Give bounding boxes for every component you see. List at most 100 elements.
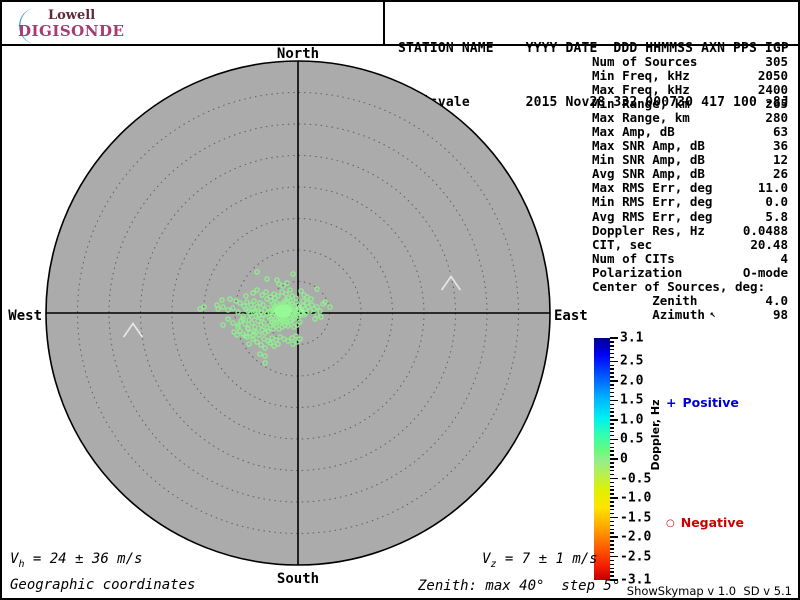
stat-label: Min Range, km <box>592 96 690 112</box>
stat-label: Min Freq, kHz <box>592 68 690 84</box>
colorbar-minor-tick <box>610 395 614 398</box>
stat-spacer <box>712 181 757 195</box>
colorbar-minor-tick <box>610 505 614 507</box>
colorbar-minor-tick <box>610 540 614 542</box>
stat-spacer <box>652 238 750 252</box>
showskymap-window: Lowell DIGISONDE STATION NAME YYYY DATE … <box>0 0 800 600</box>
colorbar-minor-tick <box>610 364 614 367</box>
plus-marker-icon: + <box>666 395 677 410</box>
colorbar-major-tick <box>610 419 618 421</box>
colorbar-tick-label: 0.5 <box>620 431 644 447</box>
positive-doppler-legend: + Positive <box>666 395 739 410</box>
colorbar-minor-tick <box>610 411 614 413</box>
colorbar-major-tick <box>610 399 618 402</box>
compass-south-label: South <box>277 571 319 587</box>
stat-label: Max RMS Err, deg <box>592 180 713 196</box>
header-divider-vertical <box>383 0 385 46</box>
colorbar-minor-tick <box>610 450 614 452</box>
colorbar-tick-label: 2.0 <box>620 373 644 389</box>
colorbar-tick-label: 1.0 <box>620 412 644 428</box>
compass-north-label: North <box>277 46 319 62</box>
stat-spacer <box>690 83 758 97</box>
stat-spacer <box>690 97 766 111</box>
colorbar-minor-tick <box>610 462 614 464</box>
colorbar-minor-tick <box>610 403 614 406</box>
stat-spacer <box>675 252 781 266</box>
colorbar-minor-tick <box>610 446 614 449</box>
doppler-colorbar <box>594 338 610 580</box>
colorbar-tick-label: 3.1 <box>620 330 644 346</box>
colorbar-minor-tick <box>610 430 614 433</box>
colorbar-minor-tick <box>610 454 614 456</box>
colorbar-minor-tick <box>610 520 614 523</box>
stat-value: 4.0 <box>765 292 788 308</box>
colorbar-minor-tick <box>610 352 614 355</box>
stat-value: 5.8 <box>765 208 788 224</box>
compass-west-label: West <box>8 308 42 324</box>
colorbar-tick-label: 2.5 <box>620 353 644 369</box>
stat-label: CIT, sec <box>592 236 653 252</box>
echo-source-core-blob <box>274 304 292 318</box>
negative-label: Negative <box>680 515 744 530</box>
stat-row: Max Amp, dB 63 <box>592 125 788 139</box>
stat-value: 4 <box>780 250 788 266</box>
stat-label: Max Freq, kHz <box>592 82 690 98</box>
stat-row: Avg RMS Err, deg 5.8 <box>592 208 788 224</box>
zenith-scale-note: Zenith: max 40° step 5° <box>418 578 621 594</box>
colorbar-minor-tick <box>610 532 614 534</box>
colorbar-minor-tick <box>610 407 614 409</box>
colorbar-major-tick <box>610 360 618 363</box>
stat-row: Min Range, km 265 <box>592 97 788 111</box>
stat-label: Doppler Res, Hz <box>592 222 705 238</box>
stat-label: Avg RMS Err, deg <box>592 208 713 224</box>
negative-doppler-legend: ○ Negative <box>666 515 744 530</box>
stat-label: Azimuth <box>592 306 705 322</box>
stat-label: Num of Sources <box>592 54 698 69</box>
stat-value: 0.0488 <box>742 222 788 238</box>
colorbar-minor-tick <box>610 493 614 495</box>
stat-row: Zenith 4.0 <box>592 292 788 308</box>
colorbar-minor-tick <box>610 427 614 429</box>
stat-row: Num of CITs 4 <box>592 250 788 266</box>
stat-value: 265 <box>765 96 788 112</box>
stat-row: Num of Sources 305 <box>592 54 788 69</box>
stat-value: 98 <box>772 306 788 322</box>
stat-value: 0.0 <box>765 194 788 210</box>
stat-value: 12 <box>772 152 788 168</box>
stat-spacer <box>705 224 743 238</box>
stat-value: 280 <box>765 110 788 126</box>
colorbar-major-tick <box>610 458 618 460</box>
stat-label: Avg SNR Amp, dB <box>592 166 705 182</box>
positive-label: Positive <box>682 395 739 410</box>
colorbar-minor-tick <box>610 571 614 573</box>
stat-row: Min Freq, kHz 2050 <box>592 68 788 84</box>
colorbar-tick-label: 1.5 <box>620 392 644 408</box>
colorbar-minor-tick <box>610 387 614 390</box>
logo-digisonde-text: DIGISONDE <box>18 22 125 40</box>
stat-spacer <box>697 55 765 69</box>
colorbar-minor-tick <box>610 567 614 570</box>
colorbar-minor-tick <box>610 548 614 550</box>
stat-row: Doppler Res, Hz 0.0488 <box>592 222 788 238</box>
colorbar-minor-tick <box>610 384 614 386</box>
stat-value: 26 <box>772 166 788 182</box>
stat-row: Center of Sources, deg: <box>592 279 788 294</box>
header-divider-horizontal <box>0 44 800 46</box>
colorbar-major-tick <box>610 380 618 382</box>
stat-row: CIT, sec 20.48 <box>592 236 788 252</box>
vertical-velocity-readout: Vz = 7 ± 1 m/s <box>482 551 598 570</box>
logo-lowell-text: Lowell <box>48 8 96 23</box>
colorbar-minor-tick <box>610 356 614 359</box>
azimuth-arrow-icon: ↖ <box>709 308 716 320</box>
colorbar-minor-tick <box>610 524 614 527</box>
colorbar-major-tick <box>610 337 618 339</box>
stat-spacer <box>712 210 765 224</box>
colorbar-minor-tick <box>610 434 614 437</box>
colorbar-minor-tick <box>610 341 614 343</box>
stat-spacer <box>697 294 765 308</box>
stat-row: Max SNR Amp, dB 36 <box>592 139 788 153</box>
colorbar-minor-tick <box>610 348 614 351</box>
stat-row: Azimuth ↖ 98 <box>592 306 788 322</box>
stat-row: Avg SNR Amp, dB 26 <box>592 167 788 181</box>
colorbar-major-tick <box>610 555 618 558</box>
